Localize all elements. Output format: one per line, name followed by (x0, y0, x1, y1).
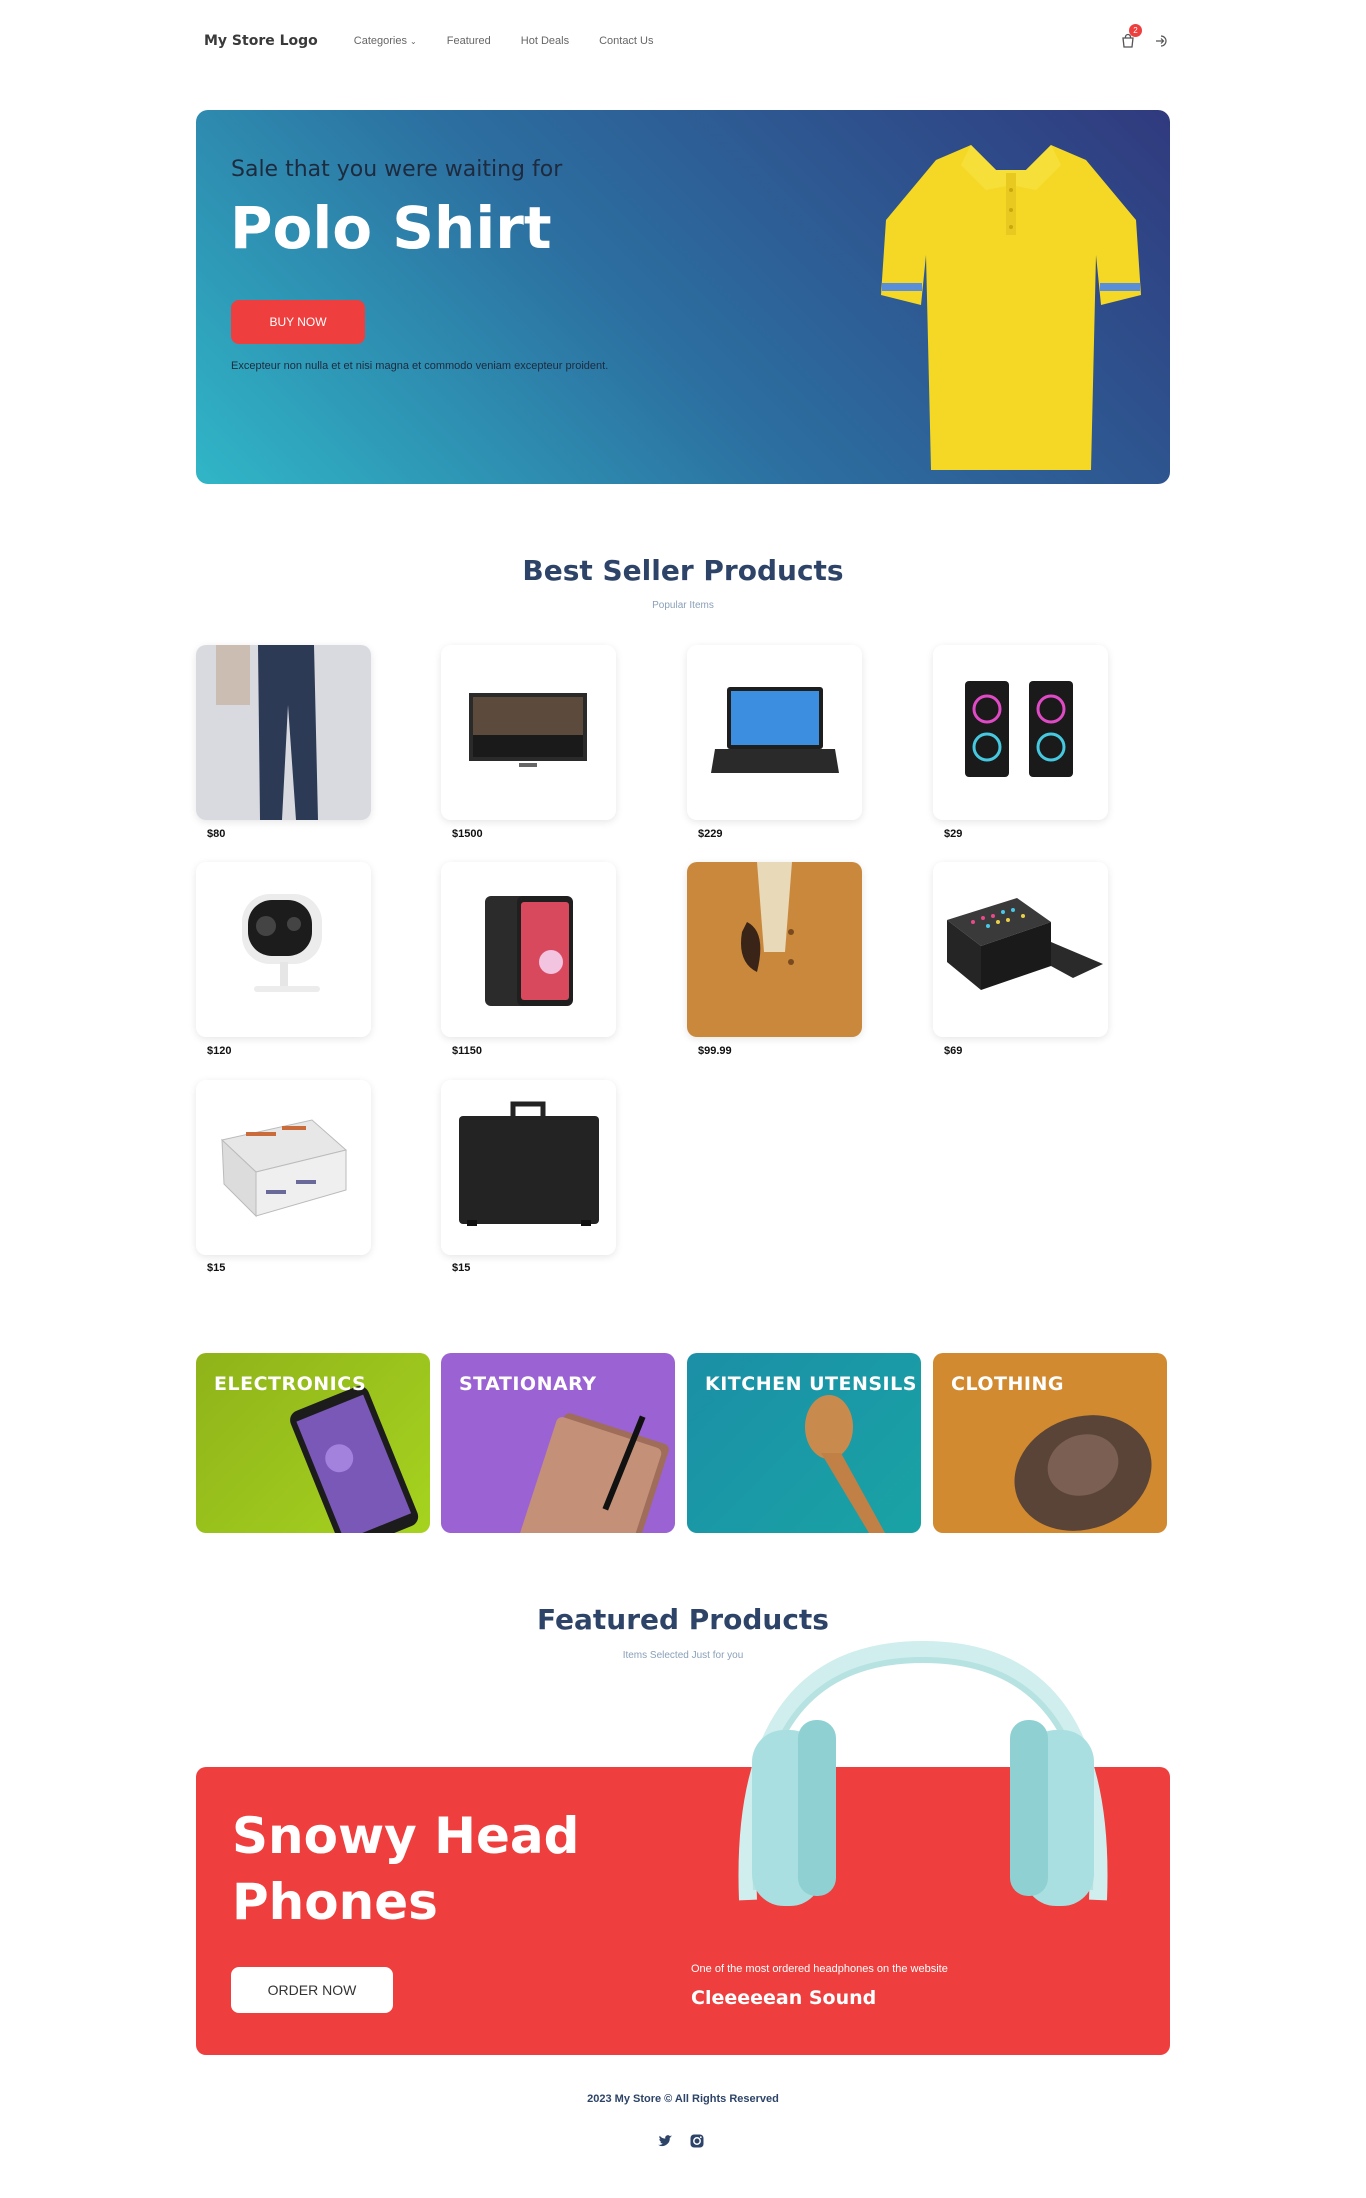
product-card-laptop[interactable] (687, 645, 862, 820)
menu-contact-us[interactable]: Contact Us (599, 35, 653, 47)
product-card-art-box[interactable] (196, 1080, 371, 1255)
product-price: $120 (207, 1045, 232, 1057)
product-card-marker-set[interactable] (933, 862, 1108, 1037)
headphones-image (738, 1640, 1108, 1906)
best-seller-title: Best Seller Products (522, 554, 844, 587)
category-clothing[interactable]: CLOTHING (933, 1353, 1167, 1533)
marker-set-image (933, 862, 1108, 1037)
art-supply-box-image (196, 1080, 371, 1255)
product-price: $29 (944, 828, 963, 840)
featured-product-name: Snowy Head Phones (232, 1807, 580, 1931)
nav-actions: 2 (1120, 24, 1170, 49)
product-card-pants[interactable] (196, 645, 371, 820)
product-price: $15 (452, 1262, 471, 1274)
twitter-icon[interactable] (656, 2132, 674, 2150)
hero-description: Excepteur non nulla et et nisi magna et … (231, 360, 609, 372)
best-seller-subtitle: Popular Items (652, 600, 714, 611)
pants-image (196, 645, 371, 820)
polo-shirt-image (881, 145, 1141, 470)
cart-button[interactable]: 2 (1120, 24, 1142, 49)
product-price: $80 (207, 828, 226, 840)
featured-note: One of the most ordered headphones on th… (691, 1963, 948, 1975)
speakers-image (933, 645, 1108, 820)
main-menu: Categories ⌄ Featured Hot Deals Contact … (354, 35, 654, 47)
menu-categories[interactable]: Categories ⌄ (354, 35, 417, 47)
security-camera-image (196, 862, 371, 1037)
featured-tagline: Cleeeeean Sound (691, 1987, 877, 2009)
television-image (441, 645, 616, 820)
buy-now-button[interactable]: BUY NOW (231, 300, 365, 344)
login-button[interactable] (1154, 33, 1170, 49)
category-kitchen-utensils[interactable]: KITCHEN UTENSILS (687, 1353, 921, 1533)
login-icon (1156, 35, 1167, 47)
product-price: $1500 (452, 828, 483, 840)
footer-copyright: 2023 My Store © All Rights Reserved (587, 2093, 779, 2105)
hero-title: Polo Shirt (230, 194, 552, 262)
product-price: $15 (207, 1262, 226, 1274)
hero-banner: Sale that you were waiting for Polo Shir… (196, 110, 1170, 484)
order-now-button[interactable]: ORDER NOW (231, 1967, 393, 2013)
jacket-image (687, 862, 862, 1037)
category-label: CLOTHING (951, 1373, 1064, 1395)
product-card-art-portfolio[interactable] (441, 1080, 616, 1255)
category-label: STATIONARY (459, 1373, 597, 1395)
product-price: $99.99 (698, 1045, 732, 1057)
category-label: ELECTRONICS (214, 1373, 367, 1395)
chevron-down-icon: ⌄ (410, 37, 417, 46)
category-stationary[interactable]: STATIONARY (441, 1353, 675, 1533)
featured-subtitle: Items Selected Just for you (622, 1650, 744, 1661)
category-label: KITCHEN UTENSILS (705, 1373, 917, 1395)
cart-count-badge: 2 (1129, 24, 1142, 37)
product-price: $229 (698, 828, 723, 840)
laptop-image (687, 645, 862, 820)
product-card-tv[interactable] (441, 645, 616, 820)
menu-hot-deals[interactable]: Hot Deals (521, 35, 569, 47)
featured-title: Featured Products (537, 1603, 829, 1636)
hero-subtitle: Sale that you were waiting for (231, 157, 563, 182)
portfolio-case-image (441, 1080, 616, 1255)
product-price: $1150 (452, 1045, 482, 1057)
product-card-speakers[interactable] (933, 645, 1108, 820)
store-logo[interactable]: My Store Logo (204, 33, 318, 49)
product-price: $69 (944, 1045, 963, 1057)
product-card-jacket[interactable] (687, 862, 862, 1037)
top-navbar: My Store Logo Categories ⌄ Featured Hot … (204, 24, 1170, 54)
social-links (656, 2132, 706, 2150)
product-card-phone[interactable] (441, 862, 616, 1037)
category-electronics[interactable]: ELECTRONICS (196, 1353, 430, 1533)
smartphone-image (441, 862, 616, 1037)
product-card-camera[interactable] (196, 862, 371, 1037)
instagram-icon[interactable] (688, 2132, 706, 2150)
menu-featured[interactable]: Featured (447, 35, 491, 47)
